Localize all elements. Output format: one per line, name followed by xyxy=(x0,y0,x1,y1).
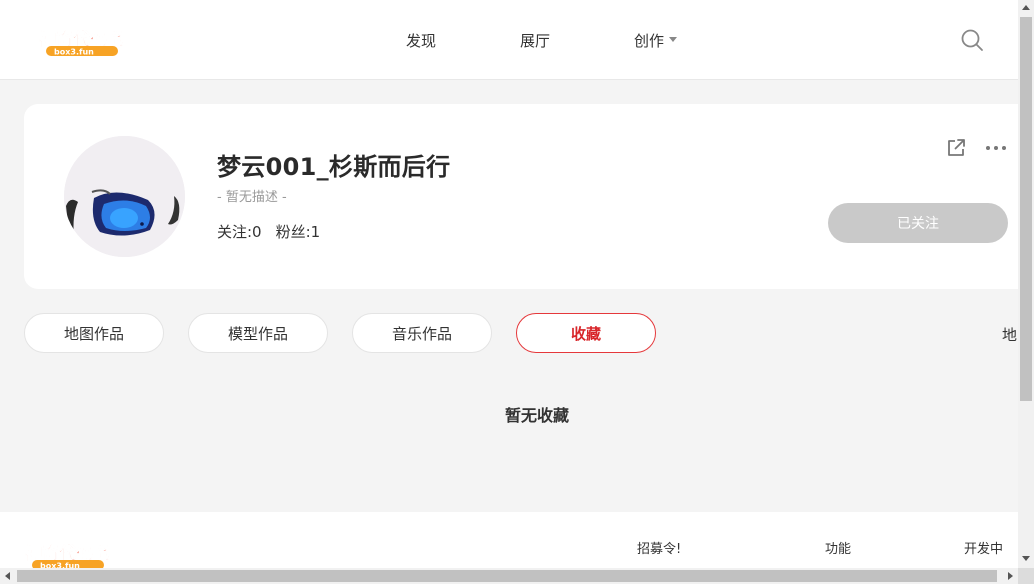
empty-state-message: 暂无收藏 xyxy=(504,406,569,425)
follow-button[interactable]: 已关注 xyxy=(828,203,1008,243)
scroll-up-arrow-icon[interactable] xyxy=(1022,5,1030,10)
caret-down-icon xyxy=(669,37,678,42)
tab-models[interactable]: 模型作品 xyxy=(188,313,328,353)
scrollbar-corner xyxy=(1018,568,1034,584)
scroll-down-arrow-icon[interactable] xyxy=(1022,556,1030,561)
profile-card: 梦云001_杉斯而后行 - 暂无描述 - 关注:0 粉丝:1 已关注 xyxy=(24,104,1018,289)
username: 梦云001_杉斯而后行 xyxy=(217,153,451,181)
footer-logo[interactable]: 神奇代码岛 box3.fun xyxy=(24,540,120,570)
avatar[interactable] xyxy=(64,136,185,257)
share-icon[interactable] xyxy=(946,138,966,158)
scroll-right-arrow-icon[interactable] xyxy=(1008,572,1013,580)
tab-maps[interactable]: 地图作品 xyxy=(24,313,164,353)
horizontal-scrollbar[interactable] xyxy=(0,568,1034,584)
avatar-image xyxy=(64,136,185,257)
footer-link-recruit[interactable]: 招募令! xyxy=(637,538,681,557)
following-count[interactable]: 关注:0 xyxy=(217,223,262,241)
logo-subtext: box3.fun xyxy=(54,48,94,57)
vertical-scrollbar-thumb[interactable] xyxy=(1020,17,1032,401)
profile-stats: 关注:0 粉丝:1 xyxy=(217,221,320,242)
vertical-scrollbar[interactable] xyxy=(1018,0,1034,568)
horizontal-scrollbar-thumb[interactable] xyxy=(17,570,997,582)
footer: 神奇代码岛 box3.fun 招募令! 功能 开发中 xyxy=(0,512,1018,570)
top-navbar: 神奇代码岛 box3.fun 发现 展厅 创作 xyxy=(0,0,1018,80)
tab-favorites[interactable]: 收藏 xyxy=(516,313,656,353)
footer-link-in-development[interactable]: 开发中 xyxy=(964,538,1003,557)
nav-create[interactable]: 创作 xyxy=(634,30,678,51)
nav-create-label: 创作 xyxy=(634,32,665,50)
more-icon[interactable] xyxy=(984,138,1008,158)
site-logo[interactable]: 神奇代码岛 box3.fun xyxy=(38,26,134,58)
footer-link-features[interactable]: 功能 xyxy=(825,538,851,557)
scroll-left-arrow-icon[interactable] xyxy=(5,572,10,580)
search-icon[interactable] xyxy=(960,28,984,52)
followers-count[interactable]: 粉丝:1 xyxy=(276,223,321,241)
tab-music[interactable]: 音乐作品 xyxy=(352,313,492,353)
tab-overflow-partial[interactable]: 地 xyxy=(1002,324,1017,345)
nav-gallery[interactable]: 展厅 xyxy=(520,30,550,51)
nav-discover[interactable]: 发现 xyxy=(406,30,436,51)
profile-description: - 暂无描述 - xyxy=(217,190,287,205)
